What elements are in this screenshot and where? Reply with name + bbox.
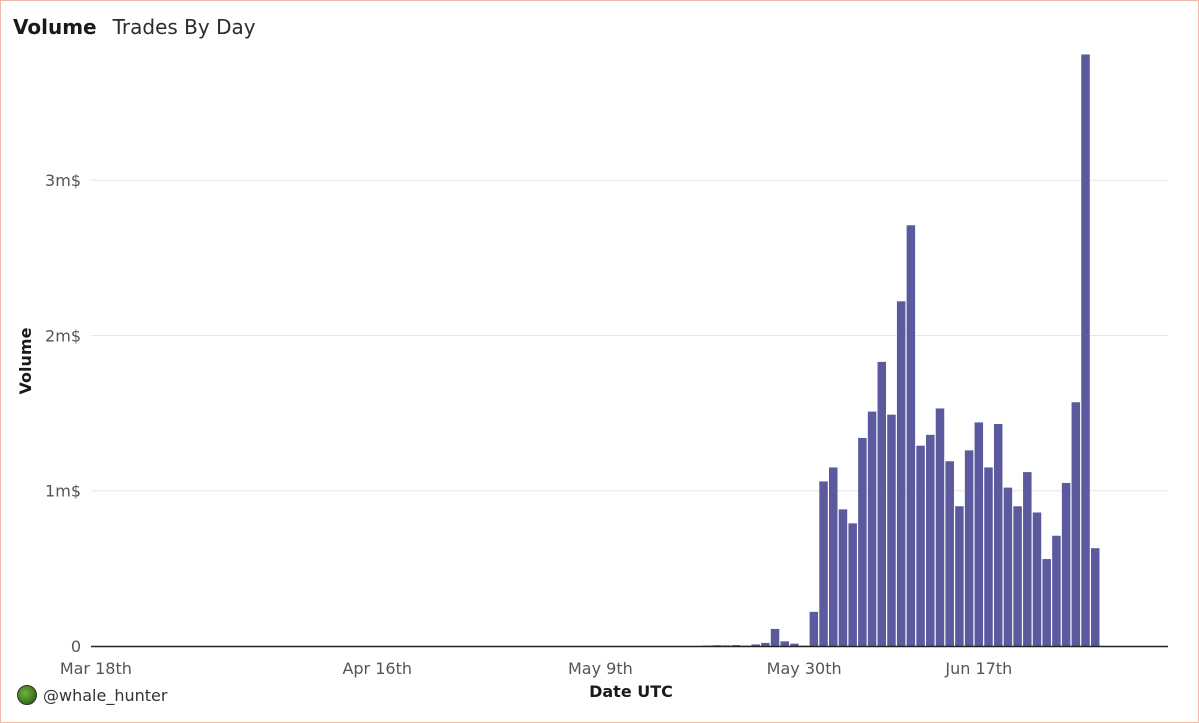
whale-avatar-icon: [17, 685, 37, 705]
bar[interactable]: [858, 437, 867, 646]
bar[interactable]: [935, 408, 945, 646]
bar[interactable]: [955, 506, 964, 646]
bar[interactable]: [1081, 54, 1090, 646]
bar[interactable]: [877, 361, 887, 646]
bar[interactable]: [1052, 535, 1061, 646]
x-tick-label: Jun 17th: [944, 659, 1012, 678]
bar[interactable]: [896, 301, 906, 646]
bar[interactable]: [916, 445, 925, 646]
bar[interactable]: [867, 411, 877, 646]
x-tick-label: Apr 16th: [342, 659, 412, 678]
bar[interactable]: [1013, 506, 1022, 646]
x-tick-label: May 30th: [767, 659, 842, 678]
bar[interactable]: [1023, 472, 1032, 646]
bars: [702, 54, 1100, 647]
x-tick-label: May 9th: [568, 659, 633, 678]
bar[interactable]: [974, 422, 984, 646]
bar[interactable]: [770, 628, 780, 646]
bar[interactable]: [1071, 402, 1081, 646]
bar[interactable]: [984, 467, 993, 646]
bar[interactable]: [1042, 559, 1051, 646]
bar[interactable]: [761, 642, 770, 646]
bar[interactable]: [829, 467, 838, 646]
bar[interactable]: [1003, 487, 1013, 646]
chart-card: Volume Trades By Day 0 1m$ 2m$ 3m$ Mar 18th…: [0, 0, 1199, 723]
bar[interactable]: [945, 461, 954, 646]
y-axis-title: Volume: [16, 327, 35, 394]
bar[interactable]: [1061, 482, 1071, 646]
bar[interactable]: [993, 423, 1003, 646]
y-tick-labels: 0 1m$ 2m$ 3m$: [45, 171, 81, 656]
bar[interactable]: [809, 611, 819, 646]
y-tick-label: 2m$: [45, 326, 81, 345]
bar[interactable]: [906, 225, 916, 646]
x-axis-title: Date UTC: [589, 682, 673, 701]
y-tick-label: 1m$: [45, 482, 81, 501]
bar[interactable]: [838, 509, 848, 646]
volume-bar-chart: 0 1m$ 2m$ 3m$ Mar 18th Apr 16th May 9th May 30…: [16, 54, 1168, 701]
y-tick-label: 0: [71, 637, 81, 656]
author-handle[interactable]: @whale_hunter: [43, 686, 167, 705]
x-tick-label: Mar 18th: [60, 659, 132, 678]
bar[interactable]: [848, 523, 857, 646]
bar[interactable]: [819, 481, 828, 646]
bar[interactable]: [790, 643, 799, 646]
bar[interactable]: [1032, 512, 1042, 646]
bar[interactable]: [964, 450, 974, 646]
bar[interactable]: [780, 641, 789, 646]
x-tick-labels: Mar 18th Apr 16th May 9th May 30th Jun 17th: [60, 659, 1012, 678]
bar[interactable]: [1090, 548, 1100, 646]
bar[interactable]: [887, 414, 896, 646]
bar[interactable]: [926, 434, 935, 646]
attribution[interactable]: @whale_hunter: [17, 685, 167, 705]
gridlines: [91, 179, 1168, 492]
y-tick-label: 3m$: [45, 171, 81, 190]
